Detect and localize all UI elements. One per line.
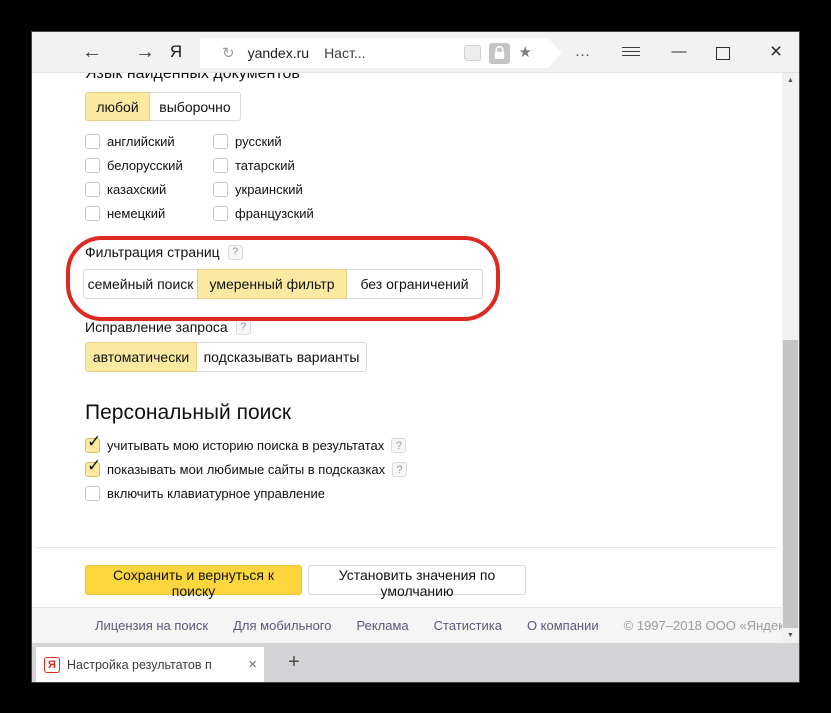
back-icon[interactable]: ← <box>76 32 108 72</box>
language-checkbox-english[interactable]: английский <box>85 133 175 150</box>
footer-link-statistics[interactable]: Статистика <box>434 618 502 633</box>
translate-icon[interactable] <box>464 45 481 61</box>
language-checkbox-belarusian[interactable]: белорусский <box>85 157 183 174</box>
check-icon: ✓ <box>87 456 101 476</box>
footer-link-license[interactable]: Лицензия на поиск <box>95 618 208 633</box>
checkbox[interactable] <box>85 182 100 197</box>
language-checkbox-russian[interactable]: русский <box>213 133 282 150</box>
tab-title: Настройка результатов п <box>67 658 244 672</box>
checkbox-label: украинский <box>235 182 303 197</box>
checkbox-checked[interactable]: ✓ <box>85 462 100 477</box>
checkbox[interactable] <box>85 134 100 149</box>
tab-settings[interactable]: Я Настройка результатов п × <box>36 647 264 682</box>
search-settings-page: Язык найденных документов любой выборочн… <box>32 73 782 643</box>
checkbox-label: белорусский <box>107 158 183 173</box>
save-button[interactable]: Сохранить и вернуться к поиску <box>85 565 302 595</box>
personal-checkbox-keyboard[interactable]: включить клавиатурное управление <box>85 485 325 502</box>
help-icon[interactable]: ? <box>228 245 243 260</box>
segment-family-search[interactable]: семейный поиск <box>83 269 198 299</box>
check-icon: ✓ <box>87 432 101 452</box>
personal-search-title: Персональный поиск <box>85 401 291 425</box>
tab-bar: Я Настройка результатов п × + <box>32 643 799 682</box>
segment-automatically[interactable]: автоматически <box>85 342 197 372</box>
correction-section-title: Исправление запроса <box>85 319 228 335</box>
bookmark-star-icon[interactable]: ★ <box>519 38 532 68</box>
reset-defaults-button[interactable]: Установить значения по умолчанию <box>308 565 526 595</box>
filtering-section-title: Фильтрация страниц <box>85 244 220 260</box>
help-icon[interactable]: ? <box>236 320 251 335</box>
language-checkbox-tatar[interactable]: татарский <box>213 157 295 174</box>
checkbox-label: казахский <box>107 182 166 197</box>
checkbox[interactable] <box>213 134 228 149</box>
checkbox-label: учитывать мою историю поиска в результат… <box>107 438 384 453</box>
segment-any-language[interactable]: любой <box>85 92 150 121</box>
checkbox[interactable] <box>85 158 100 173</box>
checkbox-label: включить клавиатурное управление <box>107 486 325 501</box>
checkbox-label: немецкий <box>107 206 165 221</box>
address-bar[interactable]: ↻ yandex.ru Наст... ★ <box>200 38 562 68</box>
help-icon[interactable]: ? <box>392 462 407 477</box>
browser-window: ← → Я ↻ yandex.ru Наст... ★ … — × <box>32 32 799 682</box>
scrollbar-up-icon[interactable]: ▲ <box>782 77 799 84</box>
segment-no-restrictions[interactable]: без ограничений <box>346 269 483 299</box>
checkbox-label: французский <box>235 206 314 221</box>
checkbox-label: английский <box>107 134 175 149</box>
page-filter-control: семейный поиск умеренный фильтр без огра… <box>83 269 483 299</box>
checkbox-label: русский <box>235 134 282 149</box>
footer-link-advertising[interactable]: Реклама <box>357 618 409 633</box>
segment-moderate-filter[interactable]: умеренный фильтр <box>197 269 347 299</box>
checkbox[interactable] <box>213 206 228 221</box>
language-checkbox-ukrainian[interactable]: украинский <box>213 181 303 198</box>
refresh-icon[interactable]: ↻ <box>222 44 235 62</box>
language-section-title: Язык найденных документов <box>85 73 300 83</box>
language-checkbox-german[interactable]: немецкий <box>85 205 165 222</box>
help-icon[interactable]: ? <box>391 438 406 453</box>
checkbox[interactable] <box>213 158 228 173</box>
scrollbar[interactable]: ▲ ▼ <box>782 73 799 643</box>
footer-link-about[interactable]: О компании <box>527 618 599 633</box>
url-page-title: Наст... <box>324 45 365 61</box>
checkbox-checked[interactable]: ✓ <box>85 438 100 453</box>
filtering-section-title-row: Фильтрация страниц ? <box>85 244 243 260</box>
language-mode-control: любой выборочно <box>85 92 241 121</box>
yandex-logo[interactable]: Я <box>166 32 186 72</box>
language-checkbox-kazakh[interactable]: казахский <box>85 181 166 198</box>
tab-close-icon[interactable]: × <box>248 656 257 673</box>
lock-icon[interactable] <box>489 43 510 64</box>
personal-checkbox-history[interactable]: ✓ учитывать мою историю поиска в результ… <box>85 437 406 454</box>
language-checkbox-french[interactable]: французский <box>213 205 314 222</box>
segment-suggest-variants[interactable]: подсказывать варианты <box>196 342 367 372</box>
close-icon[interactable]: × <box>762 32 790 72</box>
scrollbar-thumb[interactable] <box>783 340 798 628</box>
checkbox-label: татарский <box>235 158 295 173</box>
footer-link-mobile[interactable]: Для мобильного <box>233 618 331 633</box>
checkbox[interactable] <box>85 486 100 501</box>
more-icon[interactable]: … <box>570 32 596 72</box>
correction-section-title-row: Исправление запроса ? <box>85 319 251 335</box>
maximize-icon[interactable] <box>716 47 730 60</box>
page-viewport: Язык найденных документов любой выборочн… <box>32 73 799 643</box>
browser-toolbar: ← → Я ↻ yandex.ru Наст... ★ … — × <box>32 32 799 73</box>
scrollbar-down-icon[interactable]: ▼ <box>782 632 799 639</box>
minimize-icon[interactable]: — <box>666 32 692 72</box>
checkbox-label: показывать мои любимые сайты в подсказка… <box>107 462 385 477</box>
section-divider <box>35 547 777 548</box>
tab-favicon: Я <box>44 657 60 673</box>
personal-checkbox-favorite-sites[interactable]: ✓ показывать мои любимые сайты в подсказ… <box>85 461 407 478</box>
url-host: yandex.ru <box>248 45 309 61</box>
new-tab-button[interactable]: + <box>282 643 306 682</box>
query-correction-control: автоматически подсказывать варианты <box>85 342 367 372</box>
forward-icon[interactable]: → <box>129 32 161 72</box>
lock-glyph <box>494 46 505 60</box>
screenshot-frame: ← → Я ↻ yandex.ru Наст... ★ … — × <box>0 0 831 713</box>
segment-selective-language[interactable]: выборочно <box>149 92 241 121</box>
checkbox[interactable] <box>213 182 228 197</box>
menu-icon[interactable] <box>622 47 640 58</box>
copyright-text: © 1997–2018 ООО «Яндекс» <box>624 618 782 633</box>
checkbox[interactable] <box>85 206 100 221</box>
page-footer: Лицензия на поиск Для мобильного Реклама… <box>32 607 782 643</box>
